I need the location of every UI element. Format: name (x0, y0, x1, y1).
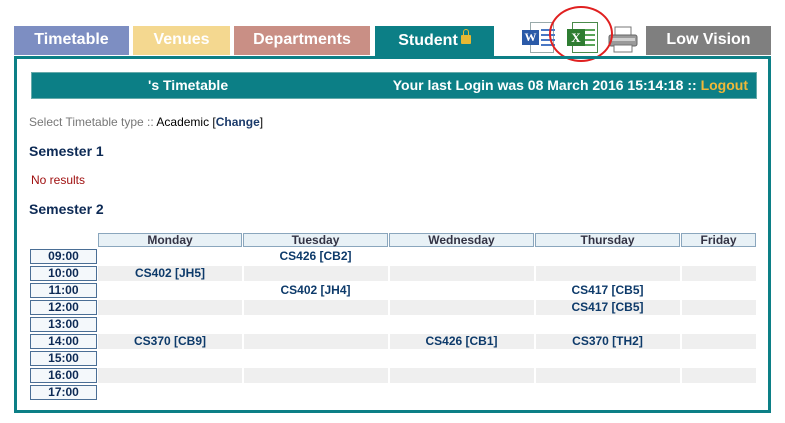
time-slot: 14:00 (30, 334, 97, 349)
class-entry[interactable]: CS426 [CB1] (389, 334, 534, 349)
class-entry[interactable]: CS402 [JH5] (98, 266, 242, 281)
day-header-monday: Monday (98, 233, 242, 247)
logout-link[interactable]: Logout (701, 77, 748, 93)
time-slot: 16:00 (30, 368, 97, 383)
column-separator (242, 266, 244, 281)
column-separator (534, 266, 536, 281)
column-separator (680, 300, 682, 315)
class-entry[interactable]: CS402 [JH4] (243, 283, 388, 298)
day-header-friday: Friday (681, 233, 756, 247)
day-header-tuesday: Tuesday (243, 233, 388, 247)
tab-low-vision[interactable]: Low Vision (646, 26, 771, 55)
last-login-text: Your last Login was 08 March 2016 15:14:… (392, 77, 697, 93)
highlight-circle (549, 6, 613, 62)
change-link[interactable]: Change (216, 115, 260, 129)
timetable-header: 's Timetable Your last Login was 08 Marc… (31, 72, 757, 99)
column-separator (242, 334, 244, 349)
lock-icon (460, 29, 471, 44)
time-slot: 09:00 (30, 249, 97, 264)
semester-2-title: Semester 2 (29, 201, 104, 217)
column-separator (680, 368, 682, 383)
main-panel: 's Timetable Your last Login was 08 Marc… (14, 56, 771, 413)
timetable-type-line: Select Timetable type :: Academic [Chang… (29, 115, 264, 129)
day-header-thursday: Thursday (535, 233, 680, 247)
time-slot: 13:00 (30, 317, 97, 332)
column-separator (242, 368, 244, 383)
tab-venues[interactable]: Venues (133, 26, 230, 55)
timetable-type-label: Select Timetable type :: (29, 115, 157, 129)
class-entry[interactable]: CS417 [CB5] (535, 300, 680, 315)
class-entry[interactable]: CS370 [TH2] (535, 334, 680, 349)
timetable-type-value: Academic (156, 115, 210, 129)
row-stripe (98, 368, 756, 383)
timetable-title: 's Timetable (148, 77, 229, 93)
column-separator (534, 368, 536, 383)
class-entry[interactable]: CS370 [CB9] (98, 334, 242, 349)
class-entry[interactable]: CS426 [CB2] (243, 249, 388, 264)
semester-1-title: Semester 1 (29, 143, 104, 159)
class-entry[interactable]: CS417 [CB5] (535, 283, 680, 298)
column-separator (388, 266, 390, 281)
column-separator (388, 300, 390, 315)
column-separator (680, 266, 682, 281)
time-slot: 11:00 (30, 283, 97, 298)
word-badge: W (522, 30, 539, 45)
no-results: No results (31, 173, 86, 187)
tab-timetable[interactable]: Timetable (14, 26, 129, 55)
column-separator (388, 368, 390, 383)
last-login: Your last Login was 08 March 2016 15:14:… (393, 73, 748, 98)
time-slot: 17:00 (30, 385, 97, 400)
time-slot: 15:00 (30, 351, 97, 366)
tab-student-label: Student (398, 32, 458, 49)
column-separator (680, 334, 682, 349)
time-slot: 12:00 (30, 300, 97, 315)
column-separator (242, 300, 244, 315)
tab-departments[interactable]: Departments (234, 26, 370, 55)
day-header-wednesday: Wednesday (389, 233, 534, 247)
tab-student[interactable]: Student (375, 26, 494, 57)
time-slot: 10:00 (30, 266, 97, 281)
